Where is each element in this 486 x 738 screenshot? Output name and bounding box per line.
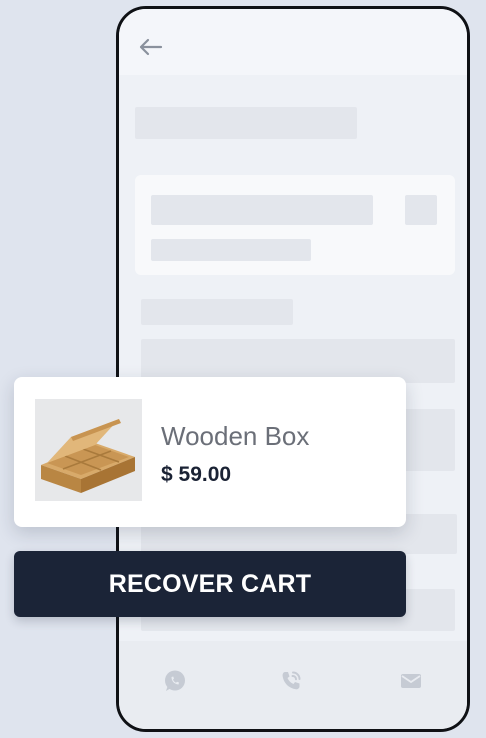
skeleton-square [405,195,437,225]
mail-icon[interactable] [399,669,423,693]
phone-mockup [116,6,470,732]
skeleton-line [151,239,311,261]
bottom-bar [119,641,467,729]
product-name: Wooden Box [161,421,310,451]
whatsapp-icon[interactable] [163,669,187,693]
skeleton-line [141,299,293,325]
skeleton-card [135,175,455,275]
arrow-left-icon[interactable] [137,37,163,57]
wooden-box-image [35,399,142,501]
wooden-box-illustration [41,419,135,493]
recover-cart-button[interactable]: RECOVER CART [14,551,406,617]
product-price: $ 59.00 [161,463,232,486]
phone-header [119,9,467,75]
skeleton-title [135,107,357,139]
phone-call-icon[interactable] [279,669,303,693]
skeleton-line [151,195,373,225]
product-card[interactable]: Wooden Box $ 59.00 [14,377,406,527]
